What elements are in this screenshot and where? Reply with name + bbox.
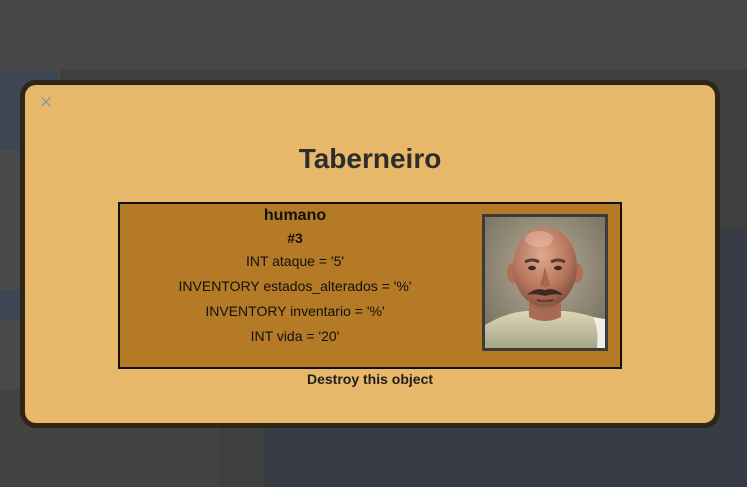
- attribute-vida: INT vida = '20': [250, 328, 340, 344]
- close-icon[interactable]: ×: [38, 94, 54, 111]
- modal-title: Taberneiro: [298, 143, 442, 174]
- object-type: humano: [263, 207, 327, 224]
- attribute-ataque: INT ataque = '5': [245, 253, 345, 269]
- object-card: humano #3 INT ataque = '5' INVENTORY est…: [118, 202, 622, 369]
- background-topbar: [0, 0, 747, 70]
- destroy-object-button[interactable]: Destroy this object: [25, 371, 715, 387]
- portrait-image: [485, 217, 605, 348]
- object-id: #3: [287, 230, 303, 246]
- object-modal: × Taberneiro humano #3 INT ataque = '5' …: [20, 80, 720, 428]
- attribute-inventario: INVENTORY inventario = '%': [205, 303, 385, 319]
- attribute-estados-alterados: INVENTORY estados_alterados = '%': [178, 278, 412, 294]
- character-portrait: [482, 214, 608, 351]
- object-info: humano #3 INT ataque = '5' INVENTORY est…: [120, 204, 470, 349]
